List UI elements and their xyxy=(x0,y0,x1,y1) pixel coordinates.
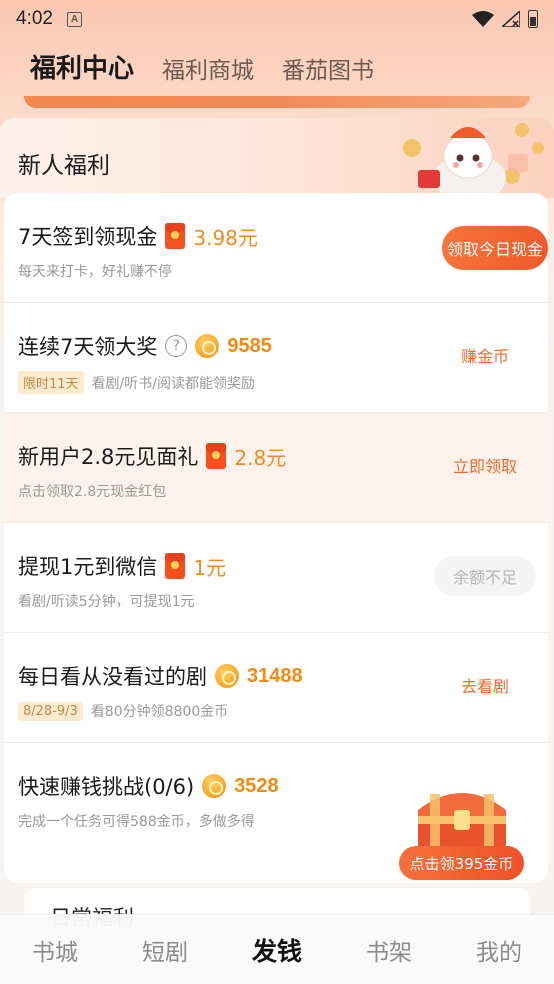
task-title-line: 每日看从没看过的剧 31488 xyxy=(18,661,303,691)
signal-icon xyxy=(502,11,520,27)
task-subtitle: 每天来打卡，好礼赚不停 xyxy=(18,264,172,280)
task-title-line: 连续7天领大奖 ? 9585 xyxy=(18,331,272,361)
task-reward: 9585 xyxy=(227,334,272,357)
task-row-new-user-gift[interactable]: 新用户2.8元见面礼 2.8元 点击领取2.8元现金红包 立即领取 xyxy=(4,413,548,523)
task-reward: 2.8元 xyxy=(234,445,287,470)
date-range-badge: 8/28-9/3 xyxy=(18,701,83,721)
task-reward: 1元 xyxy=(193,555,227,580)
task-reward: 3.98元 xyxy=(193,225,258,250)
task-subtitle: 看80分钟领8800金币 xyxy=(90,704,229,720)
task-subtitle: 看剧/听读5分钟，可提现1元 xyxy=(18,594,195,610)
status-icons xyxy=(472,10,538,28)
insufficient-balance-button[interactable]: 余额不足 xyxy=(434,556,536,596)
bottom-navigation: 书城 短剧 发钱 书架 我的 xyxy=(0,914,554,984)
task-title-line: 快速赚钱挑战(0/6) 3528 xyxy=(18,771,279,801)
task-title: 连续7天领大奖 xyxy=(18,335,158,359)
task-title-line: 提现1元到微信 1元 xyxy=(18,551,226,581)
battery-icon xyxy=(528,10,538,28)
task-reward: 31488 xyxy=(247,664,303,687)
claim-chest-coins-button[interactable]: 点击领395金币 xyxy=(399,846,524,880)
status-time: 4:02 xyxy=(16,8,53,29)
task-title: 新用户2.8元见面礼 xyxy=(18,445,199,469)
task-title-line: 新用户2.8元见面礼 2.8元 xyxy=(18,441,286,471)
task-subtitle: 点击领取2.8元现金红包 xyxy=(18,484,167,500)
nav-bookstore[interactable]: 书城 xyxy=(32,933,78,967)
task-subtitle-line: 限时11天 看剧/听书/阅读都能领奖励 xyxy=(18,371,255,394)
task-subtitle-line: 看剧/听读5分钟，可提现1元 xyxy=(18,591,195,611)
red-envelope-icon xyxy=(206,443,227,469)
tab-welfare-mall[interactable]: 福利商城 xyxy=(162,51,254,85)
status-bar: 4:02 A xyxy=(0,0,554,38)
task-title: 快速赚钱挑战(0/6) xyxy=(18,775,195,799)
nav-rewards[interactable]: 发钱 xyxy=(252,932,302,968)
nav-bookshelf[interactable]: 书架 xyxy=(366,933,412,967)
task-subtitle: 看剧/听书/阅读都能领奖励 xyxy=(91,375,255,392)
earn-coins-button[interactable]: 赚金币 xyxy=(440,343,530,367)
claim-now-button[interactable]: 立即领取 xyxy=(440,453,530,477)
claim-cash-button[interactable]: 领取今日现金 xyxy=(442,226,548,270)
task-title: 7天签到领现金 xyxy=(18,225,158,249)
nav-short-drama[interactable]: 短剧 xyxy=(142,933,188,967)
red-envelope-icon xyxy=(165,223,186,249)
nav-profile[interactable]: 我的 xyxy=(476,933,522,967)
red-envelope-icon xyxy=(165,553,186,579)
task-row-withdraw[interactable]: 提现1元到微信 1元 看剧/听读5分钟，可提现1元 余额不足 xyxy=(4,523,548,633)
task-subtitle: 完成一个任务可得588金币，多做多得 xyxy=(18,814,255,830)
coin-icon xyxy=(202,774,227,798)
task-row-sign-in[interactable]: 7天签到领现金 3.98元 每天来打卡，好礼赚不停 领取今日现金 xyxy=(4,193,548,303)
task-title: 提现1元到微信 xyxy=(18,555,158,579)
tab-welfare-center[interactable]: 福利中心 xyxy=(30,48,134,85)
coin-icon xyxy=(195,334,220,358)
banner-bottom-edge xyxy=(24,96,530,108)
task-subtitle-line: 8/28-9/3 看80分钟领8800金币 xyxy=(18,701,228,721)
time-limit-badge: 限时11天 xyxy=(18,371,84,394)
help-icon[interactable]: ? xyxy=(165,335,188,357)
notification-icon: A xyxy=(66,11,82,27)
task-subtitle-line: 每天来打卡，好礼赚不停 xyxy=(18,261,172,281)
task-subtitle-line: 点击领取2.8元现金红包 xyxy=(18,481,166,501)
tab-tomato-books[interactable]: 番茄图书 xyxy=(282,51,374,85)
task-title: 每日看从没看过的剧 xyxy=(18,665,207,689)
wifi-icon xyxy=(472,11,494,27)
watch-drama-button[interactable]: 去看剧 xyxy=(440,673,530,697)
task-reward: 3528 xyxy=(234,774,279,797)
task-row-daily-drama[interactable]: 每日看从没看过的剧 31488 8/28-9/3 看80分钟领8800金币 去看… xyxy=(4,633,548,743)
task-subtitle-line: 完成一个任务可得588金币，多做多得 xyxy=(18,811,255,831)
coin-icon xyxy=(215,664,239,688)
mascot-illustration xyxy=(403,123,544,200)
top-tab-bar: 福利中心 福利商城 番茄图书 xyxy=(30,48,374,85)
section-title: 新人福利 xyxy=(18,153,110,179)
task-title-line: 7天签到领现金 3.98元 xyxy=(18,221,258,251)
task-row-streak[interactable]: 连续7天领大奖 ? 9585 限时11天 看剧/听书/阅读都能领奖励 赚金币 xyxy=(4,303,548,413)
